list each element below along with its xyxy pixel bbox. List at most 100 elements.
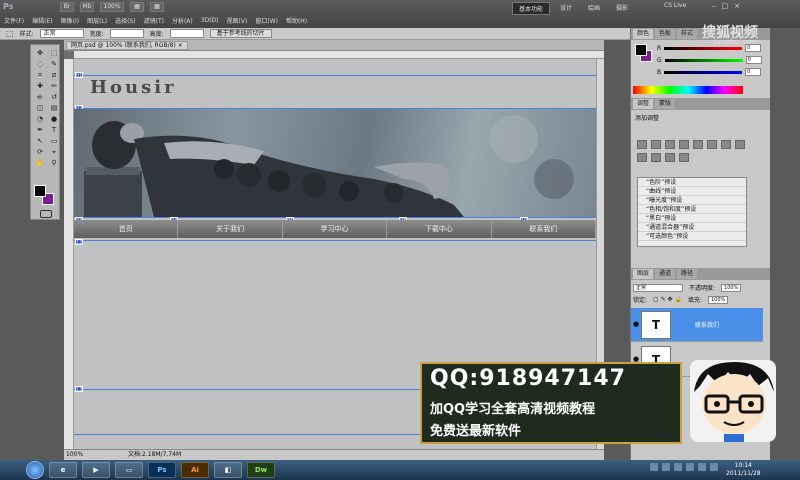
horizontal-ruler[interactable]: [74, 51, 604, 59]
tray-icon[interactable]: [698, 463, 706, 471]
menu-image[interactable]: 图像(I): [57, 16, 83, 25]
curves-icon[interactable]: [665, 140, 675, 149]
minimize-button[interactable]: –: [712, 2, 716, 10]
document-tab[interactable]: 网页.psd @ 100% (联系我们, RGB/8) ×: [66, 41, 188, 50]
zoom-level-select[interactable]: 100%: [100, 2, 124, 12]
gradient-map-icon[interactable]: [679, 153, 689, 162]
shape-icon[interactable]: ▭: [48, 137, 60, 146]
slice-icon[interactable]: ⧄: [48, 71, 60, 80]
marquee-icon[interactable]: ⬚: [48, 49, 60, 58]
blue-input[interactable]: 0: [745, 68, 762, 76]
exposure-icon[interactable]: [679, 140, 689, 149]
menu-file[interactable]: 文件(F): [0, 16, 28, 25]
levels-icon[interactable]: [651, 140, 661, 149]
style-select[interactable]: 正常: [39, 29, 84, 38]
green-input[interactable]: 0: [745, 56, 762, 64]
gradient-icon[interactable]: ▤: [48, 104, 60, 113]
preset-selective-color[interactable]: “可选颜色”预设: [638, 232, 746, 241]
tab-masks[interactable]: 蒙版: [655, 99, 676, 109]
taskbar-folder-icon[interactable]: ▭: [115, 462, 143, 478]
color-balance-icon[interactable]: [721, 140, 731, 149]
height-input[interactable]: [169, 29, 204, 38]
eye-icon[interactable]: ●: [633, 320, 641, 328]
tray-icon[interactable]: [674, 463, 682, 471]
quick-mask-icon[interactable]: [40, 210, 52, 218]
blend-mode-select[interactable]: 正常: [633, 283, 683, 292]
taskbar-ie-icon[interactable]: e: [49, 462, 77, 478]
cs-live-button[interactable]: CS Live: [664, 2, 686, 9]
document-size[interactable]: 文档:2.18M/7.74M: [128, 450, 181, 460]
black-white-icon[interactable]: [735, 140, 745, 149]
tab-styles[interactable]: 样式: [677, 29, 698, 39]
tray-icon[interactable]: [650, 463, 658, 471]
tab-layers[interactable]: 图层: [633, 269, 654, 279]
zoom-icon[interactable]: ⚲: [48, 159, 60, 168]
layer-item[interactable]: ● T 联系我们: [631, 308, 763, 342]
maximize-button[interactable]: □: [722, 2, 729, 10]
minibridge-button[interactable]: Mb: [80, 2, 94, 12]
tab-color[interactable]: 颜色: [633, 29, 654, 39]
taskbar-dreamweaver[interactable]: Dw: [247, 462, 275, 478]
tool-preset-icon[interactable]: ⬚: [6, 29, 14, 38]
menu-window[interactable]: 窗口(W): [251, 16, 282, 25]
brush-icon[interactable]: ✏: [48, 82, 60, 91]
lasso-icon[interactable]: ◌: [34, 60, 46, 69]
history-brush-icon[interactable]: ↺: [48, 93, 60, 102]
bridge-button[interactable]: Br: [60, 2, 74, 12]
taskbar-media-icon[interactable]: ▶: [82, 462, 110, 478]
tray-icon[interactable]: [710, 463, 718, 471]
menu-3d[interactable]: 3D(D): [197, 17, 223, 24]
menu-view[interactable]: 视图(V): [223, 16, 252, 25]
fill-input[interactable]: 100%: [707, 295, 729, 304]
tab-paths[interactable]: 路径: [677, 269, 698, 279]
preset-levels[interactable]: “色阶”预设: [638, 178, 746, 187]
opacity-input[interactable]: 100%: [721, 283, 742, 292]
quick-select-icon[interactable]: ✎: [48, 60, 60, 69]
slices-from-guides-button[interactable]: 基于参考线的切片: [209, 29, 272, 38]
blue-slider[interactable]: [664, 70, 743, 74]
menu-select[interactable]: 选择(S): [111, 16, 140, 25]
3d-camera-icon[interactable]: ⌖: [48, 148, 60, 157]
pen-icon[interactable]: ✒: [34, 126, 46, 135]
vibrance-icon[interactable]: [693, 140, 703, 149]
preset-exposure[interactable]: “曝光度”预设: [638, 196, 746, 205]
3d-rotate-icon[interactable]: ⟳: [34, 148, 46, 157]
taskbar-window-icon[interactable]: ◧: [214, 462, 242, 478]
hand-icon[interactable]: ✋: [34, 159, 46, 168]
menu-analysis[interactable]: 分析(A): [168, 16, 197, 25]
type-icon[interactable]: T: [48, 126, 60, 135]
screen-mode-icon[interactable]: ▦: [150, 2, 164, 12]
blur-icon[interactable]: ◔: [34, 115, 46, 124]
menu-edit[interactable]: 编辑(E): [28, 16, 56, 25]
preset-hue-saturation[interactable]: “色相/饱和度”预设: [638, 205, 746, 214]
heal-icon[interactable]: ✚: [34, 82, 46, 91]
red-slider[interactable]: [664, 46, 743, 50]
photo-filter-icon[interactable]: [637, 153, 647, 162]
taskbar-photoshop[interactable]: Ps: [148, 462, 176, 478]
path-select-icon[interactable]: ↖: [34, 137, 46, 146]
width-input[interactable]: [109, 29, 144, 38]
invert-icon[interactable]: [665, 153, 675, 162]
foreground-color-swatch[interactable]: [34, 185, 46, 197]
channel-mixer-icon[interactable]: [651, 153, 661, 162]
panel-foreground-swatch[interactable]: [635, 44, 647, 56]
zoom-value[interactable]: 100%: [66, 450, 83, 460]
taskbar-illustrator[interactable]: Ai: [181, 462, 209, 478]
crop-icon[interactable]: ⌗: [34, 71, 46, 80]
brightness-icon[interactable]: [637, 140, 647, 149]
menu-help[interactable]: 帮助(H): [282, 16, 311, 25]
dodge-icon[interactable]: ●: [48, 115, 60, 124]
lock-icons[interactable]: ▢ ✎ ✥ 🔒: [653, 296, 682, 303]
eraser-icon[interactable]: ◫: [34, 104, 46, 113]
green-slider[interactable]: [664, 58, 743, 62]
hue-saturation-icon[interactable]: [707, 140, 717, 149]
preset-channel-mixer[interactable]: “通道混合器”预设: [638, 223, 746, 232]
close-button[interactable]: ×: [734, 2, 740, 10]
arrange-documents-icon[interactable]: ▦: [130, 2, 144, 12]
stamp-icon[interactable]: ⎆: [34, 93, 46, 102]
tray-icon[interactable]: [686, 463, 694, 471]
vertical-ruler[interactable]: [64, 59, 74, 451]
tab-adjustments[interactable]: 调整: [633, 99, 654, 109]
move-icon[interactable]: ✥: [34, 49, 46, 58]
tab-channels[interactable]: 通道: [655, 269, 676, 279]
